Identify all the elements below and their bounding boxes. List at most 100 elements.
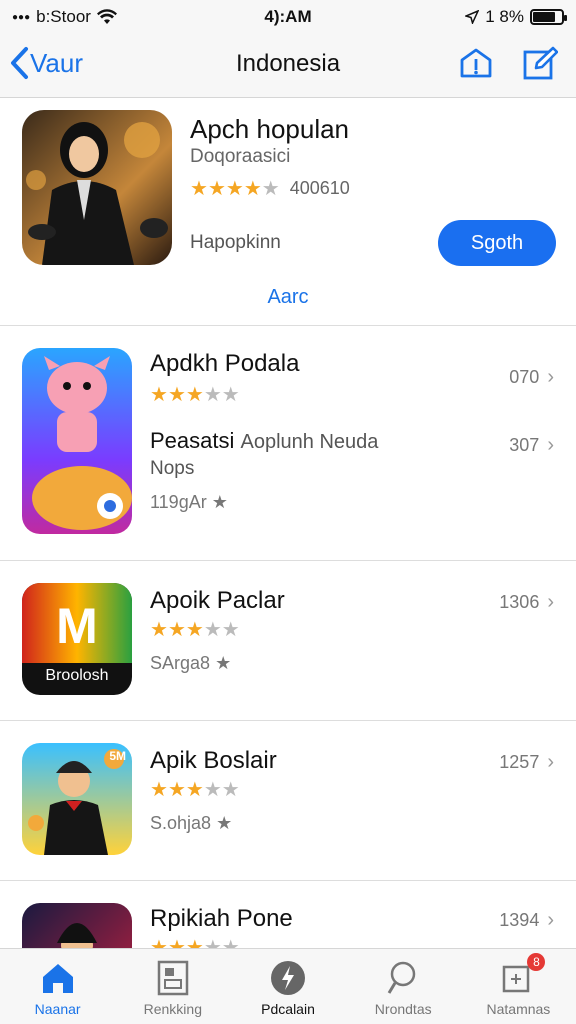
app-secondary-number[interactable]: 307 › [509,434,554,457]
app-row[interactable]: Apdkh Podala ★★★★★ 070 › Peasatsi Aoplunh… [0,326,576,561]
chevron-right-icon: › [547,751,554,773]
featured-app-title: Apch hopulan [190,114,350,144]
updates-icon-wrap: 8 [499,953,546,997]
tab-label: Renkking [143,1001,202,1017]
star-empty-icon: ★ [221,937,240,948]
star-filled-icon: ★ [167,937,186,948]
star-filled-icon: ★ [185,779,204,801]
tab-label: Natamnas [486,1001,551,1017]
app-icon-text: Broolosh [45,667,109,684]
tab-label: Nrondtas [374,1001,432,1017]
star-filled-icon: ★ [167,619,186,641]
star-icon: ★ [215,653,232,673]
get-button[interactable]: Sgoth [438,220,556,266]
tab-bar: Naanar Renkking Pdcalain Nrondtas 8 Nata… [0,948,576,1024]
star-filled-icon: ★ [150,937,168,948]
lightning-icon [271,961,305,995]
star-icon: ★ [216,813,233,833]
app-icon[interactable]: M Broolosh [22,583,132,695]
tab-updates[interactable]: 8 Natamnas [461,949,576,1024]
battery-icon [530,9,567,25]
meta-value: S.ohja8 [150,813,212,833]
star-filled-icon: ★ [150,384,168,406]
app-title: Apik Boslair [150,747,277,774]
carrier-label: b:Stoor [36,7,91,26]
app-rank-number[interactable]: 1257 › [499,751,554,774]
signal-icon: ●●● [12,11,31,23]
star-filled-icon: ★ [243,178,262,200]
chevron-left-icon [11,47,28,79]
chevron-right-icon: › [547,434,554,456]
chevron-right-icon: › [547,591,554,613]
chevron-right-icon: › [547,909,554,931]
app-row[interactable]: 5M Apik Boslair ★★★★★ 1257 › S.ohja8 ★ [0,721,576,881]
wifi-icon [96,9,117,24]
star-icon: ★ [211,492,228,512]
rank-value: 1394 [499,910,540,930]
back-label: Vaur [30,47,83,78]
star-filled-icon: ★ [207,178,226,200]
app-icon[interactable]: 5M [22,743,132,855]
rank-value: 1257 [499,752,540,772]
app-rating: ★★★★★ [150,617,240,642]
star-empty-icon: ★ [261,178,280,200]
tab-label: Pdcalain [261,1001,315,1017]
star-empty-icon: ★ [203,619,222,641]
app-subheading: Peasatsi Aoplunh Neuda [150,428,378,454]
ranking-icon [157,960,189,996]
star-filled-icon: ★ [225,178,244,200]
chevron-right-icon: › [547,366,554,388]
star-empty-icon: ★ [203,384,222,406]
cloud-download-icon[interactable] [458,46,494,82]
star-filled-icon: ★ [190,178,208,200]
app-rating: ★★★★★ [150,382,240,407]
star-empty-icon: ★ [221,779,240,801]
star-filled-icon: ★ [185,619,204,641]
app-rank-number[interactable]: 070 › [509,366,554,389]
app-rank-number[interactable]: 1394 › [499,909,554,932]
star-filled-icon: ★ [167,384,186,406]
star-empty-icon: ★ [203,779,222,801]
back-button[interactable]: Vaur [8,46,83,80]
star-filled-icon: ★ [185,937,204,948]
subheading-rest: Aoplunh Neuda [240,431,379,453]
app-icon-text: 5M [109,749,126,763]
star-filled-icon: ★ [185,384,204,406]
more-link[interactable]: Aarc [0,286,576,309]
meta-value: SArga8 [150,653,211,673]
app-icon[interactable] [22,348,132,534]
rating-count: 400610 [289,178,350,198]
star-filled-icon: ★ [150,619,168,641]
app-meta: S.ohja8 ★ [150,813,232,834]
app-title: Rpikiah Pone [150,905,293,932]
meta-value: 119gAr [150,492,207,512]
tab-podcasts[interactable]: Pdcalain [230,949,345,1024]
battery-percent: 1 8% [485,7,524,26]
rank-value: 070 [509,367,540,387]
search-icon [387,961,416,994]
notification-badge: 8 [527,953,546,971]
app-icon[interactable] [22,903,132,948]
rank-value: 1306 [499,592,540,612]
featured-app-card[interactable]: Apch hopulan Doqoraasici ★★★★★ 400610 Ha… [0,98,576,326]
star-filled-icon: ★ [167,779,186,801]
app-row[interactable]: M Broolosh Apoik Paclar ★★★★★ 1306 › SArg… [0,561,576,721]
status-bar: ●●● b:Stoor 4):AM 1 8% [0,0,576,34]
app-meta: SArga8 ★ [150,653,231,674]
tab-home[interactable]: Naanar [0,949,115,1024]
tab-ranking[interactable]: Renkking [115,949,230,1024]
star-empty-icon: ★ [221,619,240,641]
app-rating: ★★★★★ [150,935,240,948]
app-rank-number[interactable]: 1306 › [499,591,554,614]
compose-icon[interactable] [522,46,558,82]
subheading-bold: Peasatsi [150,428,235,453]
home-icon [42,964,73,993]
app-category: Nops [150,458,195,479]
app-title: Apoik Paclar [150,587,285,614]
tab-search[interactable]: Nrondtas [346,949,461,1024]
tab-label: Naanar [34,1001,81,1017]
featured-app-icon[interactable] [22,110,172,265]
app-row[interactable]: Rpikiah Pone ★★★★★ 1394 › [0,881,576,948]
navigation-bar: Vaur Indonesia [0,34,576,98]
star-empty-icon: ★ [221,384,240,406]
